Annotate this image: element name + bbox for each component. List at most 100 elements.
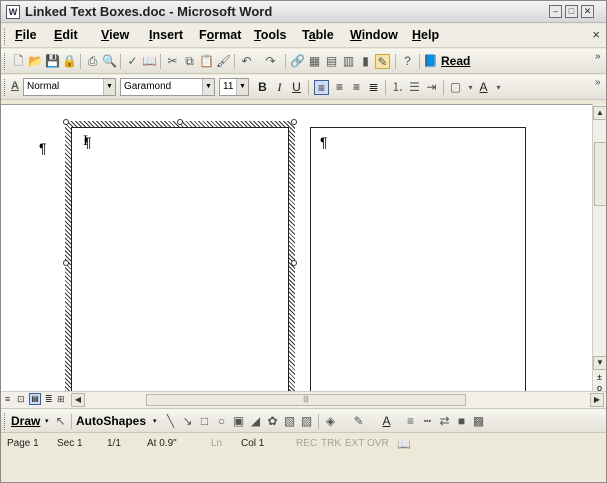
print-preview-icon[interactable]: 🔍 xyxy=(102,54,117,69)
print-layout-view-icon[interactable]: ▤ xyxy=(29,393,41,405)
chevron-down-icon[interactable]: ▼ xyxy=(202,79,214,95)
status-ovr[interactable]: OVR xyxy=(367,438,389,449)
resize-handle[interactable] xyxy=(63,260,69,266)
help-icon[interactable]: ? xyxy=(400,54,415,69)
select-objects-icon[interactable]: ↖ xyxy=(53,414,68,429)
menu-format[interactable]: Format xyxy=(199,28,241,42)
columns-icon[interactable]: ▮ xyxy=(358,54,373,69)
align-center-icon[interactable]: ≡ xyxy=(332,80,347,95)
format-painter-icon[interactable]: 🖌 xyxy=(216,54,231,69)
title-bar[interactable]: W Linked Text Boxes.doc - Microsoft Word… xyxy=(1,1,606,23)
normal-view-icon[interactable]: ≡ xyxy=(5,394,10,404)
previous-page-icon[interactable]: ± xyxy=(597,372,602,382)
spelling-icon[interactable]: ✓ xyxy=(125,54,140,69)
document-close-icon[interactable]: × xyxy=(592,27,600,42)
status-ext[interactable]: EXT xyxy=(345,438,364,449)
fill-color-icon[interactable]: ◈ xyxy=(323,414,338,429)
chevron-down-icon[interactable]: ▾ xyxy=(153,417,157,425)
copy-icon[interactable]: ⧉ xyxy=(182,54,197,69)
menu-edit[interactable]: Edit xyxy=(54,28,78,42)
spelling-status-icon[interactable]: 📖 xyxy=(397,438,411,451)
3d-style-icon[interactable]: ▩ xyxy=(471,414,486,429)
style-combo[interactable]: Normal ▼ xyxy=(23,78,116,96)
print-icon[interactable]: ⎙ xyxy=(85,54,100,69)
document-page[interactable]: ¶ ¶ I ¶ xyxy=(1,104,592,407)
chevron-down-icon[interactable]: ▾ xyxy=(45,417,49,425)
border-icon[interactable]: ▢ xyxy=(448,80,463,95)
rectangle-icon[interactable]: □ xyxy=(197,414,212,429)
hyperlink-icon[interactable]: 🔗 xyxy=(290,54,305,69)
clip-art-icon[interactable]: ▧ xyxy=(282,414,297,429)
diagram-icon[interactable]: ✿ xyxy=(265,414,280,429)
underline-button[interactable]: U xyxy=(289,80,304,95)
read-button[interactable]: Read xyxy=(441,54,470,68)
font-combo[interactable]: Garamond ▼ xyxy=(120,78,215,96)
toolbar-grip-icon[interactable] xyxy=(4,413,7,430)
menu-table[interactable]: Table xyxy=(302,28,334,42)
insert-excel-icon[interactable]: ▥ xyxy=(341,54,356,69)
horizontal-scroll-thumb[interactable]: ||| xyxy=(146,394,466,406)
shadow-style-icon[interactable]: ■ xyxy=(454,414,469,429)
save-icon[interactable]: 💾 xyxy=(45,54,60,69)
scroll-right-icon[interactable]: ▶ xyxy=(590,393,604,407)
menu-grip-icon[interactable] xyxy=(4,28,7,45)
text-box-1[interactable]: ¶ I xyxy=(71,127,289,398)
autoshapes-menu-button[interactable]: AutoShapes xyxy=(76,414,146,428)
insert-table-icon[interactable]: ▤ xyxy=(324,54,339,69)
toolbar-grip-icon[interactable] xyxy=(4,53,7,70)
web-view-icon[interactable]: ⊡ xyxy=(17,394,25,405)
resize-handle[interactable] xyxy=(291,119,297,125)
word-app-icon[interactable]: W xyxy=(6,5,20,19)
toolbar-options-icon[interactable]: » xyxy=(595,51,601,62)
menu-file[interactable]: File xyxy=(15,28,37,42)
dash-style-icon[interactable]: ┅ xyxy=(420,414,435,429)
outline-view-icon[interactable]: ≣ xyxy=(45,394,53,405)
reading-view-icon[interactable]: ⊞ xyxy=(57,394,65,405)
undo-icon[interactable]: ↶ xyxy=(239,54,254,69)
font-color-icon[interactable]: A xyxy=(379,414,394,429)
tables-borders-icon[interactable]: ▦ xyxy=(307,54,322,69)
drawing-icon[interactable]: ✎ xyxy=(375,54,390,69)
close-button[interactable]: ✕ xyxy=(581,5,594,18)
arrow-style-icon[interactable]: ⇄ xyxy=(437,414,452,429)
menu-view[interactable]: View xyxy=(101,28,129,42)
toolbar-grip-icon[interactable] xyxy=(4,79,7,96)
menu-insert[interactable]: Insert xyxy=(149,28,183,42)
line-color-icon[interactable]: ✎ xyxy=(351,414,366,429)
paste-icon[interactable]: 📋 xyxy=(199,54,214,69)
status-trk[interactable]: TRK xyxy=(321,438,341,449)
italic-button[interactable]: I xyxy=(272,80,287,95)
oval-icon[interactable]: ○ xyxy=(214,414,229,429)
resize-handle[interactable] xyxy=(63,119,69,125)
research-icon[interactable]: 📖 xyxy=(142,54,157,69)
chevron-down-icon[interactable]: ▾ xyxy=(491,80,506,95)
menu-tools[interactable]: Tools xyxy=(254,28,286,42)
draw-menu-button[interactable]: Draw xyxy=(11,414,40,428)
new-icon[interactable]: 🗋 xyxy=(11,54,26,69)
menu-help[interactable]: Help xyxy=(412,28,439,42)
open-icon[interactable]: 📂 xyxy=(28,54,43,69)
redo-icon[interactable]: ↷ xyxy=(263,54,278,69)
status-rec[interactable]: REC xyxy=(296,438,317,449)
scroll-up-icon[interactable]: ▲ xyxy=(593,106,606,120)
align-left-icon[interactable]: ≡ xyxy=(314,80,329,95)
chevron-down-icon[interactable]: ▼ xyxy=(103,79,115,95)
align-right-icon[interactable]: ≡ xyxy=(349,80,364,95)
bullets-icon[interactable]: ☰ xyxy=(407,80,422,95)
scroll-down-icon[interactable]: ▼ xyxy=(593,356,606,370)
cut-icon[interactable]: ✂ xyxy=(165,54,180,69)
bold-button[interactable]: B xyxy=(255,80,270,95)
menu-window[interactable]: Window xyxy=(350,28,398,42)
font-size-combo[interactable]: 11 ▼ xyxy=(219,78,249,96)
scroll-left-icon[interactable]: ◀ xyxy=(71,393,85,407)
picture-icon[interactable]: ▨ xyxy=(299,414,314,429)
maximize-button[interactable]: □ xyxy=(565,5,578,18)
vertical-scrollbar[interactable]: ▲ ▼ ± o xyxy=(592,104,606,393)
line-icon[interactable]: ╲ xyxy=(163,414,178,429)
numbering-icon[interactable]: ⒈ xyxy=(390,80,405,95)
indent-icon[interactable]: ⇥ xyxy=(424,80,439,95)
text-box-2[interactable]: ¶ xyxy=(310,127,526,398)
permission-icon[interactable]: 🔒 xyxy=(62,54,77,69)
minimize-button[interactable]: – xyxy=(549,5,562,18)
toolbar-options-icon[interactable]: » xyxy=(595,77,601,88)
